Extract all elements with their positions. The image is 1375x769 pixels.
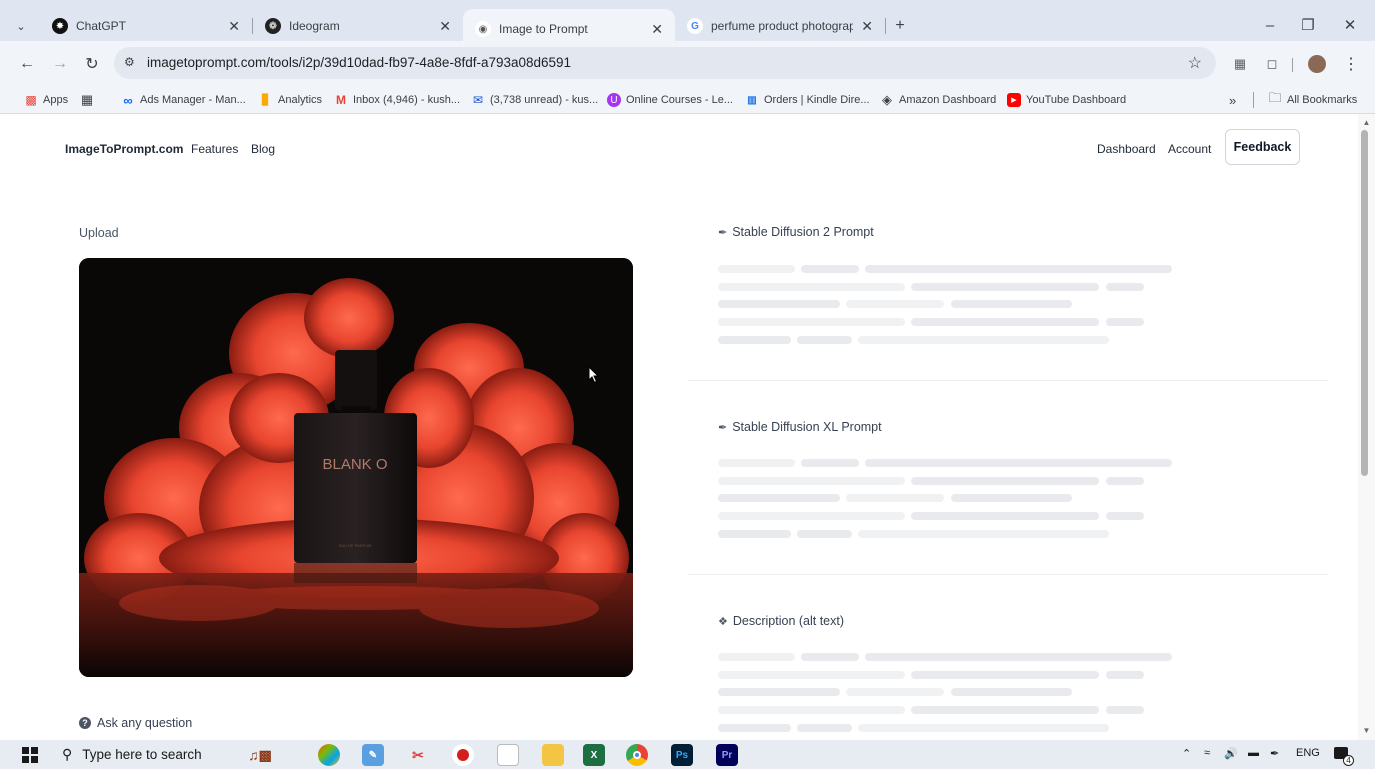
extensions-puzzle-icon[interactable]: ◻ xyxy=(1260,52,1284,76)
bookmark-analytics[interactable]: ▊ Analytics xyxy=(259,90,322,110)
bookmark-youtube-dashboard[interactable]: ▶ YouTube Dashboard xyxy=(1007,90,1126,110)
apps-grid-icon: ▩ xyxy=(25,93,37,107)
site-info-icon[interactable]: ⚙ xyxy=(124,55,135,69)
menu-kebab-icon[interactable]: ⋮ xyxy=(1339,52,1363,76)
close-tab-icon[interactable]: ✕ xyxy=(228,18,240,35)
tab-chatgpt[interactable]: ✸ ChatGPT ✕ xyxy=(40,11,252,41)
bookmark-grid-shortcut[interactable]: ▦ xyxy=(80,90,99,110)
tray-chevron-icon[interactable]: ⌃ xyxy=(1182,747,1191,760)
bookmark-star-icon[interactable]: ☆ xyxy=(1188,53,1202,73)
piano-widget-icon[interactable]: ♫▩ xyxy=(235,744,285,766)
udemy-icon: U xyxy=(607,93,621,107)
scroll-down-arrow-icon[interactable]: ▼ xyxy=(1359,726,1374,735)
close-tab-icon[interactable]: ✕ xyxy=(651,21,663,38)
premiere-icon[interactable]: Pr xyxy=(716,744,738,766)
photoshop-icon[interactable]: Ps xyxy=(671,744,693,766)
wifi-icon[interactable]: ≈ xyxy=(1204,747,1210,759)
pen-tray-icon[interactable]: ✒ xyxy=(1270,747,1279,760)
tab-search-chevron-icon[interactable]: ⌄ xyxy=(10,15,32,37)
scroll-up-arrow-icon[interactable]: ▲ xyxy=(1359,118,1374,127)
address-bar[interactable]: ⚙ imagetoprompt.com/tools/i2p/39d10dad-f… xyxy=(114,47,1216,79)
tab-ideogram[interactable]: ❁ Ideogram ✕ xyxy=(253,11,463,41)
bookmark-kindle-orders[interactable]: ▥ Orders | Kindle Dire... xyxy=(745,90,869,110)
chrome-icon[interactable] xyxy=(626,744,648,766)
grid-icon: ▦ xyxy=(80,92,94,107)
bookmark-gmail-inbox[interactable]: M Inbox (4,946) - kush... xyxy=(334,90,460,110)
gmail-icon: M xyxy=(336,93,346,107)
question-icon: ? xyxy=(79,717,91,729)
notepad-icon[interactable] xyxy=(497,744,519,766)
profile-avatar[interactable] xyxy=(1305,52,1329,76)
all-bookmarks-button[interactable]: 🗀 All Bookmarks xyxy=(1268,90,1357,110)
bookmark-apps[interactable]: ▩ Apps xyxy=(24,90,68,110)
snipping-tool-icon[interactable]: ✂ xyxy=(407,744,429,766)
globe-icon: ◈ xyxy=(882,92,892,107)
sdxl-prompt-skeleton xyxy=(0,309,1358,509)
ideogram-icon: ❁ xyxy=(265,18,281,34)
tab-perfume-search[interactable]: G perfume product photography ✕ xyxy=(675,11,885,41)
extension-code-icon[interactable]: ▦ xyxy=(1228,52,1252,76)
cake-icon: ◉ xyxy=(475,21,491,37)
bookmark-ads-manager[interactable]: ∞ Ads Manager - Man... xyxy=(121,90,245,110)
analytics-icon: ▊ xyxy=(262,94,270,106)
scrollbar-thumb[interactable] xyxy=(1361,130,1368,476)
close-tab-icon[interactable]: ✕ xyxy=(861,18,873,35)
url-text[interactable]: imagetoprompt.com/tools/i2p/39d10dad-fb9… xyxy=(147,55,571,70)
forward-button[interactable]: → xyxy=(47,51,73,77)
tab-divider xyxy=(885,18,886,34)
ask-question-heading: ? Ask any question xyxy=(79,716,192,730)
back-button[interactable]: ← xyxy=(14,51,40,77)
google-icon: G xyxy=(687,18,703,34)
bookmarks-bar: ▩ Apps ▦ ∞ Ads Manager - Man... ▊ Analyt… xyxy=(0,86,1375,114)
mouse-cursor-icon xyxy=(588,366,600,384)
kindle-icon: ▥ xyxy=(747,94,757,106)
bookmark-divider xyxy=(1253,92,1254,108)
file-explorer-icon[interactable] xyxy=(542,744,564,766)
volume-icon[interactable]: 🔊 xyxy=(1224,747,1238,760)
toolbar-divider xyxy=(1292,58,1293,72)
page-content: ImageToPrompt.com Features Blog Dashboar… xyxy=(0,114,1358,740)
windows-start-button[interactable] xyxy=(22,747,38,763)
recorder-icon[interactable] xyxy=(452,744,474,766)
bookmark-online-courses[interactable]: U Online Courses - Le... xyxy=(607,90,733,110)
bookmark-amazon-dashboard[interactable]: ◈ Amazon Dashboard xyxy=(880,90,996,110)
close-tab-icon[interactable]: ✕ xyxy=(439,18,451,35)
description-skeleton xyxy=(0,503,1358,740)
copilot-icon[interactable] xyxy=(318,744,340,766)
youtube-icon: ▶ xyxy=(1007,93,1021,107)
pen-app-icon[interactable]: ✎ xyxy=(362,744,384,766)
notification-count-badge: 4 xyxy=(1343,755,1354,766)
notification-center-icon[interactable]: 4 xyxy=(1332,744,1354,766)
reload-button[interactable]: ↻ xyxy=(79,51,105,77)
more-bookmarks-button[interactable]: » xyxy=(1229,90,1236,110)
maximize-button[interactable]: ❐ xyxy=(1285,12,1331,38)
windows-taskbar: ⚲ Type here to search ♫▩ ✎ ✂ X Ps Pr ⌃ ≈… xyxy=(0,740,1375,769)
search-icon: ⚲ xyxy=(62,746,73,762)
chatgpt-icon: ✸ xyxy=(52,18,68,34)
language-indicator[interactable]: ENG xyxy=(1296,747,1320,759)
excel-icon[interactable]: X xyxy=(583,744,605,766)
bookmark-mail-unread[interactable]: ✉ (3,738 unread) - kus... xyxy=(471,90,598,110)
browser-toolbar: ← → ↻ ⚙ imagetoprompt.com/tools/i2p/39d1… xyxy=(0,41,1375,86)
battery-icon[interactable]: ▬ xyxy=(1248,747,1259,759)
new-tab-button[interactable]: + xyxy=(889,15,911,37)
mail-icon: ✉ xyxy=(472,93,484,107)
close-window-button[interactable]: ✕ xyxy=(1327,12,1373,38)
folder-icon: 🗀 xyxy=(1268,90,1282,105)
meta-icon: ∞ xyxy=(123,92,133,108)
